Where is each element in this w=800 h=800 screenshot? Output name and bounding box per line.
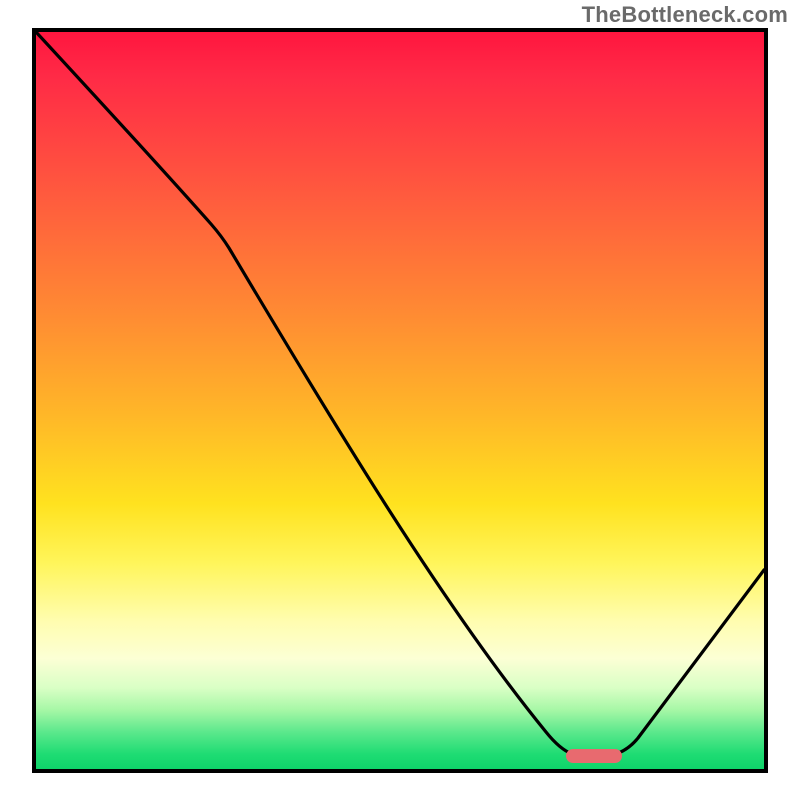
chart-container: TheBottleneck.com xyxy=(0,0,800,800)
bottleneck-curve xyxy=(36,32,764,769)
watermark-text: TheBottleneck.com xyxy=(582,2,788,28)
chart-plot-area xyxy=(32,28,768,773)
curve-path xyxy=(36,32,764,757)
optimal-marker xyxy=(566,749,622,763)
